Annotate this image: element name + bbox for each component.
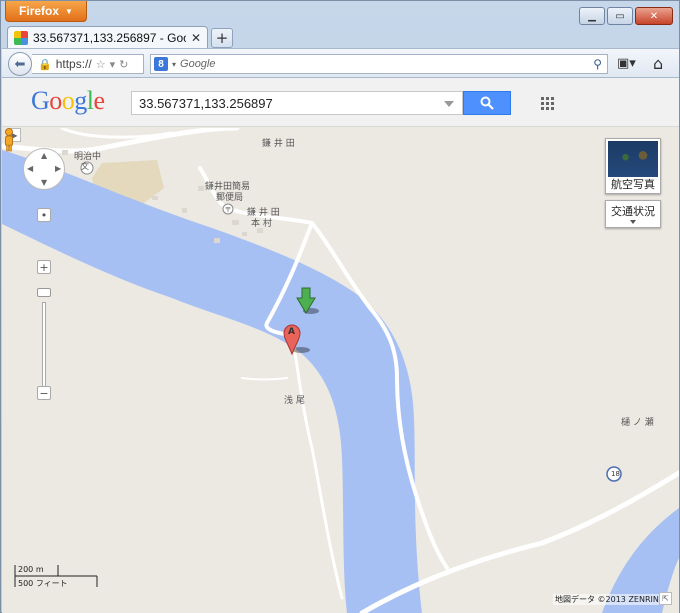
school-symbol-label: 文 [81,162,89,171]
pan-control[interactable]: ▲ ▼ ◀ ▶ [23,148,65,190]
search-icon [480,96,494,110]
satellite-toggle[interactable]: 航空写真 [605,138,661,194]
scale-imperial: 500 フィート [18,579,68,588]
logo-letter: o [61,86,75,115]
post-office-icon: 〒 [222,203,234,215]
home-icon[interactable]: ⌂ [653,54,663,73]
url-text: https:// [55,57,92,71]
logo-letter: l [86,86,94,115]
my-location-button[interactable]: • [37,208,51,222]
satellite-thumbnail [608,141,658,177]
pan-left-icon[interactable]: ◀ [27,164,33,173]
search-icon[interactable]: ⚲ [593,57,602,71]
logo-letter: G [31,86,50,115]
logo-letter: o [49,86,62,115]
pan-down-icon[interactable]: ▼ [41,178,47,187]
minimize-button[interactable]: ▁ [579,7,605,25]
map-copyright: 地図データ ©2013 ZENRIN - [553,594,667,605]
back-arrow-icon: ⬅ [14,56,26,72]
label-asao: 浅 尾 [284,396,305,406]
logo-letter: g [74,86,87,115]
search-engine-icon[interactable]: 8 [154,57,168,71]
pegman-icon[interactable] [2,128,16,152]
dropdown-arrow-icon[interactable]: ▾ [110,58,116,71]
zoom-slider-knob[interactable] [37,288,51,297]
label-post-office-2: 郵便局 [216,193,244,203]
close-tab-icon[interactable]: ✕ [191,31,201,45]
route-18-label: 18 [611,470,620,478]
satellite-label: 航空写真 [611,178,655,191]
scale-metric: 200 m [18,565,44,574]
star-icon[interactable]: ☆ [96,58,106,71]
bookmarks-menu-icon[interactable]: ▣▾ [617,56,636,71]
pan-right-icon[interactable]: ▶ [55,164,61,173]
firefox-menu-label: Firefox [19,4,60,18]
close-window-button[interactable]: ✕ [635,7,673,25]
marker-a-label: A [288,327,295,337]
tab-title: 33.567371,133.256897 - Google マ... [33,31,186,45]
map-tiles: 〒 [2,128,679,613]
search-dropdown-icon[interactable] [444,101,454,107]
chevron-down-icon: ▼ [65,6,73,16]
reload-icon[interactable]: ↻ [119,58,128,71]
maximize-button[interactable]: ▭ [607,7,633,25]
window-controls: ▁ ▭ ✕ [579,7,673,25]
label-kamaida-honmura-2: 本 村 [251,219,272,229]
google-maps-favicon-icon [14,30,28,45]
logo-letter: e [93,86,106,115]
expand-corner-icon[interactable]: ⇱ [659,592,672,605]
navigation-toolbar: ⬅ 🔒 https:// ☆ ▾ ↻ 8 ▾ Google ⚲ ▣▾ ⌂ [2,48,679,78]
google-header: Google 33.567371,133.256897 [2,78,679,127]
browser-window: Firefox ▼ ▁ ▭ ✕ 33.567371,133.256897 - G… [0,0,680,613]
firefox-menu-button[interactable]: Firefox ▼ [5,1,87,22]
maps-search-input[interactable]: 33.567371,133.256897 [131,91,463,115]
zoom-out-button[interactable]: − [37,386,51,400]
search-button[interactable] [463,91,511,115]
lock-icon: 🔒 [38,58,52,71]
chevron-down-icon: ▾ [172,59,177,69]
back-button[interactable]: ⬅ [8,52,32,76]
label-kamaida: 鎌 井 田 [262,139,295,149]
new-tab-button[interactable]: + [211,28,233,48]
tab-google-maps[interactable]: 33.567371,133.256897 - Google マ... ✕ [7,26,208,48]
pan-up-icon[interactable]: ▲ [41,151,47,160]
label-hinose: 樋 ノ 瀬 [621,418,654,428]
apps-grid-icon[interactable] [541,97,554,110]
traffic-label: 交通状況 [611,205,655,218]
zoom-slider-track[interactable] [42,302,46,394]
search-placeholder: Google [180,58,216,70]
google-maps-page: Google 33.567371,133.256897 〒 文 18 A 明治中… [2,78,679,613]
traffic-toggle[interactable]: 交通状況 [605,200,661,228]
search-query-text: 33.567371,133.256897 [139,95,273,111]
label-meiji-school: 明治中 [74,152,102,162]
svg-text:〒: 〒 [225,206,232,214]
url-bar[interactable]: 🔒 https:// ☆ ▾ ↻ [32,54,144,74]
zoom-in-button[interactable]: + [37,260,51,274]
search-bar[interactable]: 8 ▾ Google ⚲ [150,54,608,74]
map-canvas[interactable]: 〒 文 18 A 明治中 鎌 井 田 鎌井田簡易 郵便局 鎌 井 田 本 村 浅… [2,128,679,613]
chevron-down-icon [630,220,636,224]
google-logo[interactable]: Google [31,86,105,116]
